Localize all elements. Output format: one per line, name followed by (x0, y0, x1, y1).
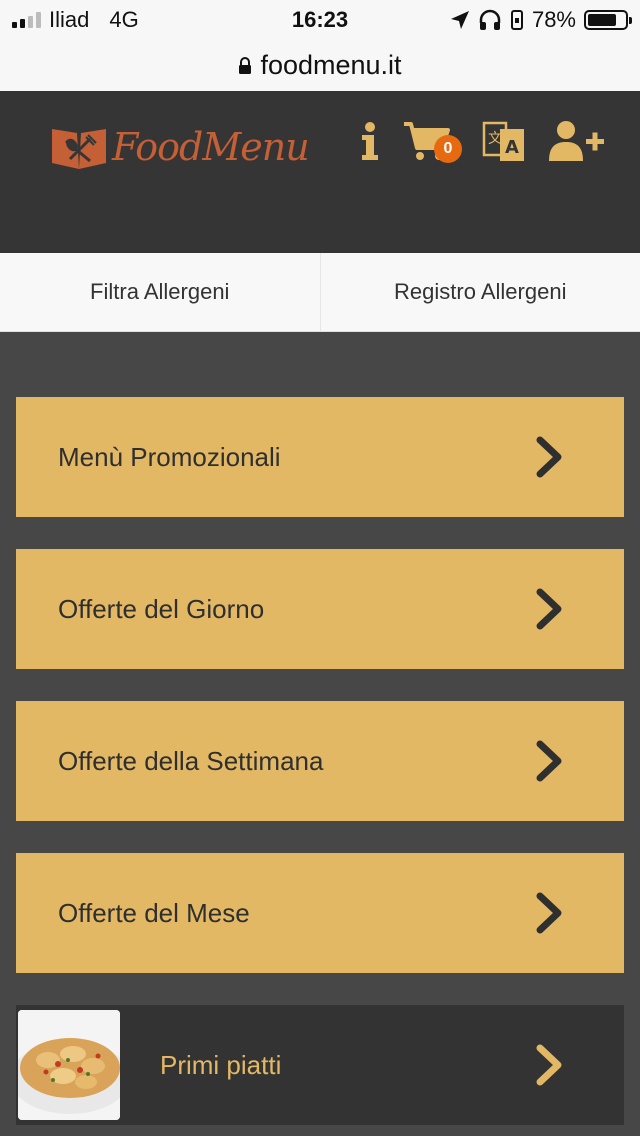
status-right: 78% (450, 7, 632, 33)
info-icon (362, 122, 378, 160)
info-button[interactable] (358, 119, 382, 168)
battery-icon (584, 10, 632, 30)
status-bar: Iliad 4G 16:23 78% (0, 0, 640, 40)
chevron-right-icon (536, 892, 562, 934)
chevron-right-icon (536, 588, 562, 630)
book-fork-logo-icon (52, 129, 106, 169)
menu-item-label: Offerte del Giorno (58, 593, 265, 624)
svg-text:A: A (505, 137, 519, 158)
svg-text:文: 文 (488, 131, 502, 147)
logo-text: FoodMenu (112, 125, 310, 169)
language-button[interactable]: 文 A (482, 119, 526, 170)
allergen-tabs: Filtra Allergeni Registro Allergeni (0, 253, 640, 332)
battery-percent: 78% (531, 7, 576, 32)
menu-item-label: Menù Promozionali (58, 441, 281, 472)
add-user-icon (549, 121, 604, 161)
orientation-lock-icon (510, 10, 523, 30)
url-bar[interactable]: foodmenu.it (0, 40, 640, 91)
url-text: foodmenu.it (260, 50, 402, 80)
add-user-button[interactable] (548, 119, 606, 168)
pasta-dish-image (18, 1010, 120, 1120)
menu-item-first-courses[interactable]: Primi piatti (16, 1005, 624, 1125)
menu-item-monthly-offers[interactable]: Offerte del Mese (16, 853, 624, 973)
cart-button[interactable]: 0 (402, 119, 462, 168)
location-arrow-icon (450, 11, 469, 29)
translate-icon: 文 A (482, 121, 524, 161)
menu-item-label: Offerte della Settimana (58, 745, 324, 776)
app-header: FoodMenu 0 文 A (0, 91, 640, 253)
menu-item-weekly-offers[interactable]: Offerte della Settimana (16, 701, 624, 821)
cart-count-badge: 0 (434, 135, 462, 163)
chevron-right-icon (536, 1044, 562, 1086)
foodmenu-logo[interactable]: FoodMenu (50, 123, 310, 171)
tab-allergen-register[interactable]: Registro Allergeni (319, 253, 640, 331)
chevron-right-icon (536, 436, 562, 478)
lock-icon (239, 56, 252, 74)
menu-item-daily-offers[interactable]: Offerte del Giorno (16, 549, 624, 669)
headphones-icon (479, 9, 501, 30)
tab-filter-allergens[interactable]: Filtra Allergeni (0, 253, 320, 331)
menu-item-promo[interactable]: Menù Promozionali (16, 397, 624, 517)
menu-item-label: Offerte del Mese (58, 897, 250, 928)
chevron-right-icon (536, 740, 562, 782)
